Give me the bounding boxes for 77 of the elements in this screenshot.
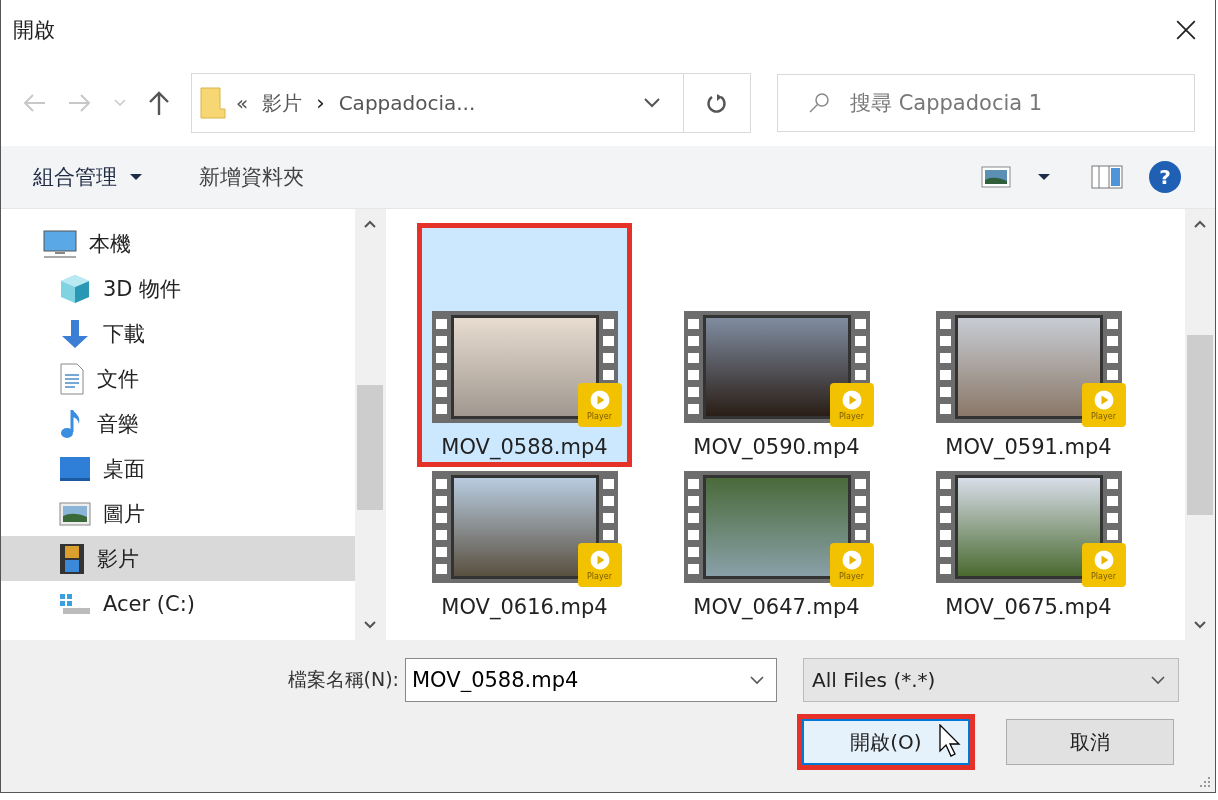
file-tile[interactable]: Player MOV_0616.mp4	[417, 467, 632, 627]
play-icon	[1092, 389, 1115, 411]
player-badge: Player	[577, 383, 622, 427]
sidebar-item[interactable]: 圖片	[1, 491, 355, 536]
address-bar[interactable]: « 影片 › Cappadocia...	[191, 73, 751, 133]
file-name: MOV_0591.mp4	[945, 435, 1112, 459]
view-picture-icon[interactable]	[981, 166, 1011, 188]
file-name-label: 檔案名稱(N):	[287, 667, 399, 692]
sidebar-item[interactable]: 本機	[1, 221, 355, 266]
chevron-down-icon[interactable]	[749, 675, 765, 685]
file-name: MOV_0647.mp4	[693, 595, 860, 619]
scroll-up-icon[interactable]	[1193, 219, 1207, 229]
cube-icon	[59, 272, 91, 305]
scroll-up-icon[interactable]	[363, 219, 377, 229]
breadcrumb-item[interactable]: Cappadocia...	[338, 91, 476, 115]
file-name: MOV_0588.mp4	[441, 435, 608, 459]
folder-icon	[200, 87, 226, 119]
desktop-icon	[59, 454, 91, 483]
preview-pane-icon[interactable]	[1091, 165, 1123, 189]
play-icon	[588, 389, 611, 411]
file-type-dropdown[interactable]: All Files (*.*)	[803, 658, 1179, 702]
file-tile[interactable]: Player MOV_0590.mp4	[669, 223, 884, 467]
file-name: MOV_0590.mp4	[693, 435, 860, 459]
file-name: MOV_0616.mp4	[441, 595, 608, 619]
scrollbar[interactable]	[1185, 209, 1215, 640]
sidebar-item[interactable]: 音樂	[1, 401, 355, 446]
sidebar-item[interactable]: 下載	[1, 311, 355, 356]
chevron-down-icon	[1150, 675, 1166, 685]
chevron-down-icon[interactable]	[643, 97, 661, 109]
caret-icon	[129, 173, 143, 181]
file-tile[interactable]: Player MOV_0675.mp4	[921, 467, 1136, 627]
scrollbar[interactable]	[355, 209, 385, 640]
drive-icon	[59, 592, 91, 615]
window-title: 開啟	[13, 17, 55, 44]
mouse-cursor-icon	[939, 724, 961, 758]
file-tile[interactable]: Player MOV_0591.mp4	[921, 223, 1136, 467]
player-badge: Player	[1081, 543, 1126, 587]
search-icon	[807, 91, 831, 115]
player-badge: Player	[577, 543, 622, 587]
up-arrow-icon[interactable]	[147, 90, 171, 116]
close-icon[interactable]	[1175, 19, 1197, 41]
document-icon	[59, 362, 85, 395]
scroll-down-icon[interactable]	[363, 620, 377, 630]
search-field[interactable]: 搜尋 Cappadocia 1	[777, 74, 1195, 132]
cancel-button[interactable]: 取消	[1006, 719, 1174, 765]
resize-grip-icon[interactable]	[1199, 776, 1211, 788]
open-button[interactable]: 開啟(O)	[802, 719, 970, 765]
file-tile[interactable]: Player MOV_0647.mp4	[669, 467, 884, 627]
file-name: MOV_0675.mp4	[945, 595, 1112, 619]
play-icon	[840, 389, 863, 411]
scroll-down-icon[interactable]	[1193, 620, 1207, 630]
help-button[interactable]: ?	[1149, 161, 1181, 193]
play-icon	[1092, 549, 1115, 571]
file-name-field[interactable]: MOV_0588.mp4	[405, 658, 777, 702]
new-folder-button[interactable]: 新增資料夾	[199, 163, 304, 191]
caret-icon[interactable]	[1037, 173, 1051, 181]
play-icon	[588, 549, 611, 571]
file-tile[interactable]: Player MOV_0588.mp4	[417, 223, 632, 467]
sidebar-item[interactable]: 文件	[1, 356, 355, 401]
player-badge: Player	[829, 383, 874, 427]
overflow-chevron[interactable]: «	[236, 91, 249, 115]
refresh-icon	[706, 92, 728, 114]
player-badge: Player	[829, 543, 874, 587]
player-badge: Player	[1081, 383, 1126, 427]
breadcrumb-separator: ›	[316, 91, 325, 115]
scrollbar-thumb[interactable]	[1187, 335, 1213, 515]
play-icon	[840, 549, 863, 571]
sidebar-item[interactable]: Acer (C:)	[1, 581, 355, 626]
breadcrumb-item[interactable]: 影片	[262, 89, 303, 117]
sidebar-item[interactable]: 3D 物件	[1, 266, 355, 311]
scrollbar-thumb[interactable]	[357, 385, 383, 510]
sidebar-item[interactable]: 影片	[1, 536, 355, 581]
sidebar-item[interactable]: 桌面	[1, 446, 355, 491]
organize-menu[interactable]: 組合管理	[33, 163, 143, 191]
picture-icon	[59, 500, 91, 527]
monitor-icon	[43, 228, 77, 259]
film-icon	[59, 542, 85, 575]
